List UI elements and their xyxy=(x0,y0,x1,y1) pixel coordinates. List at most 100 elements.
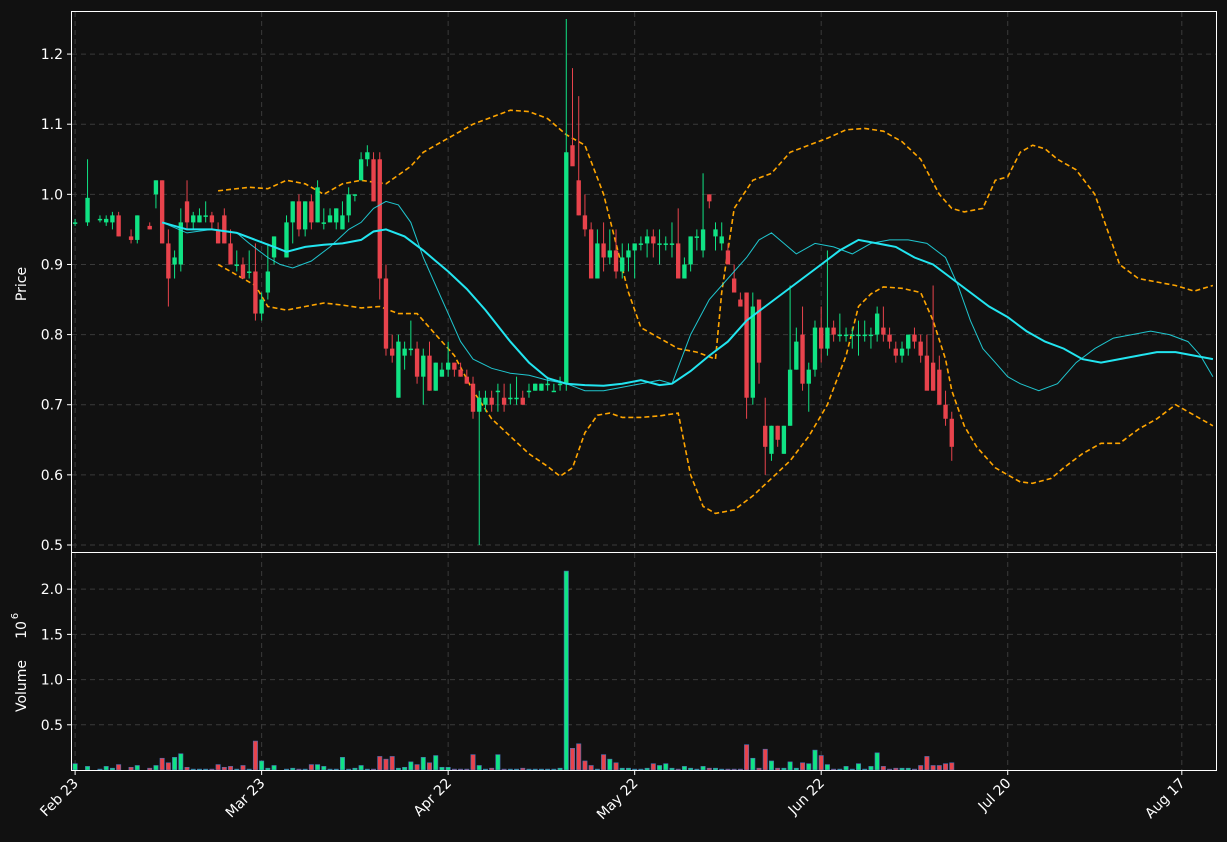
volume-bars xyxy=(72,570,955,771)
volume-bar xyxy=(545,768,551,771)
volume-bar xyxy=(563,570,569,771)
price-tick-label: 0.8 xyxy=(41,328,63,344)
volume-bar xyxy=(284,768,289,771)
volume-bar xyxy=(228,766,234,771)
moving-average-short-line xyxy=(162,200,1214,392)
volume-bar xyxy=(588,765,594,771)
volume-bar xyxy=(762,748,768,771)
volume-bar xyxy=(72,763,78,771)
candle-body xyxy=(775,425,780,440)
candle-body xyxy=(713,229,718,237)
volume-bar xyxy=(924,756,930,771)
volume-bar xyxy=(719,768,725,771)
volume-bar xyxy=(557,767,563,771)
volume-bar xyxy=(800,762,806,771)
candle-body xyxy=(937,369,942,405)
volume-bar xyxy=(178,753,184,771)
volume-bar xyxy=(601,754,607,771)
volume-tick-label: 1.5 xyxy=(41,627,63,643)
volume-bar xyxy=(793,767,799,771)
candle-body xyxy=(582,215,588,230)
candle-body xyxy=(327,215,333,223)
candle-body xyxy=(912,334,917,342)
volume-bar xyxy=(918,765,924,771)
volume-bar xyxy=(495,754,501,771)
candle-body xyxy=(551,390,557,393)
candle-body xyxy=(197,215,202,223)
volume-bar xyxy=(190,768,196,771)
candle-body xyxy=(862,334,867,337)
candle-body xyxy=(427,355,432,391)
candle-body xyxy=(495,390,501,393)
volume-panel-frame xyxy=(71,552,1217,771)
bollinger-lower-band xyxy=(217,263,1214,515)
candle-body xyxy=(794,341,799,370)
candle-body xyxy=(576,180,581,216)
volume-bar xyxy=(688,767,694,771)
volume-bar xyxy=(172,757,178,771)
volume-bar xyxy=(520,767,526,771)
volume-bar xyxy=(215,764,221,771)
price-tick-label: 1.0 xyxy=(41,187,63,203)
candle-body xyxy=(868,334,874,337)
candlestick-chart: 0.5 0.6 0.7 0.8 0.9 1.0 1.1 1.2 0.5 1.0 1.5 2.0 Fe… xyxy=(10,11,1217,824)
volume-bar xyxy=(153,765,159,771)
candle-body xyxy=(489,397,494,405)
candle-body xyxy=(483,397,488,405)
candle-body xyxy=(769,425,774,454)
volume-bar xyxy=(694,768,700,771)
volume-bar xyxy=(489,767,495,771)
bollinger-lower-line xyxy=(217,263,1214,515)
date-tick-label: Apr 22 xyxy=(411,776,455,820)
volume-bar xyxy=(744,744,750,771)
candle-body xyxy=(396,341,401,398)
candle-body xyxy=(215,229,221,244)
volume-bar xyxy=(632,768,638,771)
candle-body xyxy=(738,299,743,307)
volume-bar xyxy=(856,763,861,771)
candle-body xyxy=(253,271,258,314)
candle-body xyxy=(613,250,619,272)
candle-body xyxy=(595,243,600,279)
volume-tick-label: 0.5 xyxy=(41,718,63,734)
candle-body xyxy=(352,194,358,196)
volume-bar xyxy=(768,760,774,771)
volume-bar xyxy=(339,757,345,771)
candle-body xyxy=(166,243,171,279)
volume-bar xyxy=(327,768,333,771)
volume-bar xyxy=(706,767,712,771)
candle-body xyxy=(887,334,892,342)
volume-bar xyxy=(321,766,327,771)
candle-body xyxy=(831,327,836,335)
volume-bar xyxy=(501,768,507,771)
candle-body xyxy=(694,236,700,238)
candle-body xyxy=(837,334,843,337)
volume-axis-title: Volume xyxy=(14,660,30,712)
volume-bar xyxy=(594,768,600,771)
candle-body xyxy=(85,197,90,223)
price-tick-label: 1.2 xyxy=(41,47,63,63)
price-panel-frame xyxy=(71,11,1217,553)
volume-bar xyxy=(787,761,793,771)
candle-body xyxy=(663,243,668,245)
volume-bar xyxy=(209,768,215,771)
volume-bar xyxy=(930,765,936,771)
candle-body xyxy=(191,215,196,223)
candle-body xyxy=(383,278,389,349)
volume-bar xyxy=(532,768,538,771)
candle-body xyxy=(644,236,650,244)
volume-bar xyxy=(644,767,650,771)
price-tick-label: 0.6 xyxy=(41,468,63,484)
candle-body xyxy=(508,397,513,400)
volume-bar xyxy=(607,758,613,771)
candle-body xyxy=(750,306,755,398)
volume-bar xyxy=(159,757,165,771)
volume-bar xyxy=(458,768,464,771)
volume-bar xyxy=(346,768,352,771)
volume-bar xyxy=(880,766,886,771)
candle-body xyxy=(800,334,805,384)
volume-bar xyxy=(414,764,420,771)
date-tick-label: May 22 xyxy=(594,776,642,824)
candle-body xyxy=(321,222,326,224)
candle-body xyxy=(626,250,631,258)
